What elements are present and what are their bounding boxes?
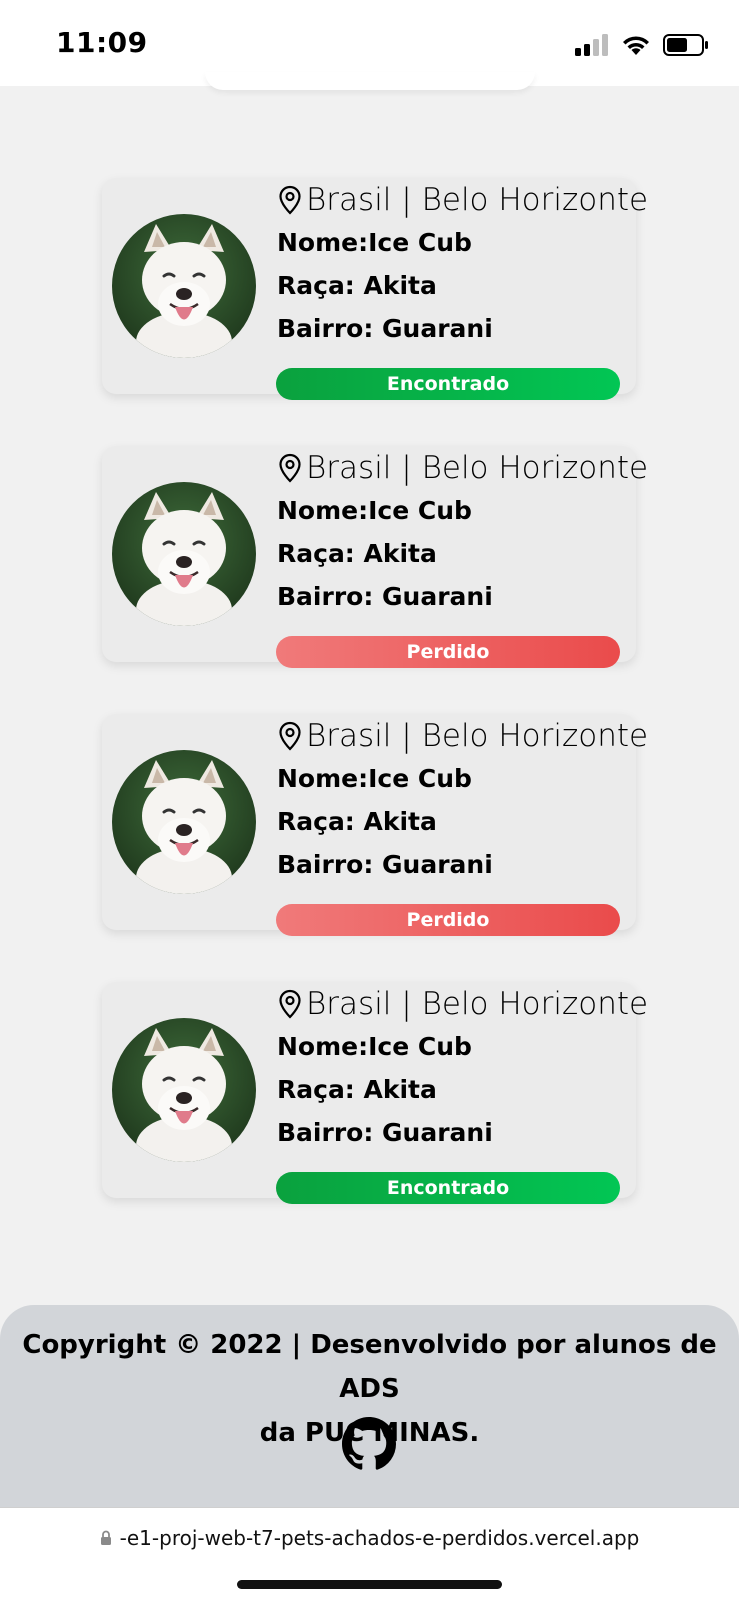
location-pin-icon xyxy=(278,185,302,215)
pet-name: Nome:Ice Cub xyxy=(277,764,472,793)
pet-breed: Raça: Akita xyxy=(277,1075,437,1104)
status-badge-lost: Perdido xyxy=(276,904,620,936)
pet-breed: Raça: Akita xyxy=(277,271,437,300)
pet-neighborhood: Bairro: Guarani xyxy=(277,850,493,879)
pet-neighborhood: Bairro: Guarani xyxy=(277,1118,493,1147)
status-time: 11:09 xyxy=(56,26,148,59)
signal-icon xyxy=(575,34,608,56)
pet-photo xyxy=(112,214,256,358)
pet-location: Brasil | Belo Horizonte xyxy=(278,450,648,486)
pet-neighborhood: Bairro: Guarani xyxy=(277,582,493,611)
browser-url-bar[interactable]: -e1-proj-web-t7-pets-achados-e-perdidos.… xyxy=(0,1507,739,1600)
footer-copyright-line1: Copyright © 2022 | Desenvolvido por alun… xyxy=(22,1330,717,1404)
status-badge-found: Encontrado xyxy=(276,368,620,400)
footer: Copyright © 2022 | Desenvolvido por alun… xyxy=(0,1305,739,1507)
github-icon xyxy=(342,1417,396,1470)
location-pin-icon xyxy=(278,989,302,1019)
url-text[interactable]: -e1-proj-web-t7-pets-achados-e-perdidos.… xyxy=(120,1526,640,1550)
pet-location: Brasil | Belo Horizonte xyxy=(278,718,648,754)
pet-photo xyxy=(112,750,256,894)
pet-location: Brasil | Belo Horizonte xyxy=(278,986,648,1022)
wifi-icon xyxy=(623,36,649,55)
pet-location-text: Brasil | Belo Horizonte xyxy=(306,182,649,218)
lock-icon xyxy=(100,1530,111,1545)
pet-card[interactable]: Brasil | Belo Horizonte Nome:Ice Cub Raç… xyxy=(102,446,648,668)
status-badge-found: Encontrado xyxy=(276,1172,620,1204)
pet-name: Nome:Ice Cub xyxy=(277,496,472,525)
pet-breed: Raça: Akita xyxy=(277,539,437,568)
pet-name: Nome:Ice Cub xyxy=(277,228,472,257)
pet-location-text: Brasil | Belo Horizonte xyxy=(306,718,649,754)
navbar-edge xyxy=(205,72,535,90)
status-badge-lost: Perdido xyxy=(276,636,620,668)
pet-location-text: Brasil | Belo Horizonte xyxy=(306,450,649,486)
pet-card[interactable]: Brasil | Belo Horizonte Nome:Ice Cub Raç… xyxy=(102,982,648,1204)
pet-breed: Raça: Akita xyxy=(277,807,437,836)
location-pin-icon xyxy=(278,453,302,483)
home-indicator[interactable] xyxy=(237,1580,502,1589)
pet-photo xyxy=(112,482,256,626)
status-icons xyxy=(575,30,709,60)
battery-icon xyxy=(663,34,708,56)
url-row[interactable]: -e1-proj-web-t7-pets-achados-e-perdidos.… xyxy=(0,1526,739,1550)
pet-card[interactable]: Brasil | Belo Horizonte Nome:Ice Cub Raç… xyxy=(102,178,648,400)
pet-location: Brasil | Belo Horizonte xyxy=(278,182,648,218)
github-link[interactable] xyxy=(342,1417,396,1471)
location-pin-icon xyxy=(278,721,302,751)
pet-name: Nome:Ice Cub xyxy=(277,1032,472,1061)
pet-card[interactable]: Brasil | Belo Horizonte Nome:Ice Cub Raç… xyxy=(102,714,648,936)
pet-neighborhood: Bairro: Guarani xyxy=(277,314,493,343)
pet-location-text: Brasil | Belo Horizonte xyxy=(306,986,649,1022)
pet-photo xyxy=(112,1018,256,1162)
